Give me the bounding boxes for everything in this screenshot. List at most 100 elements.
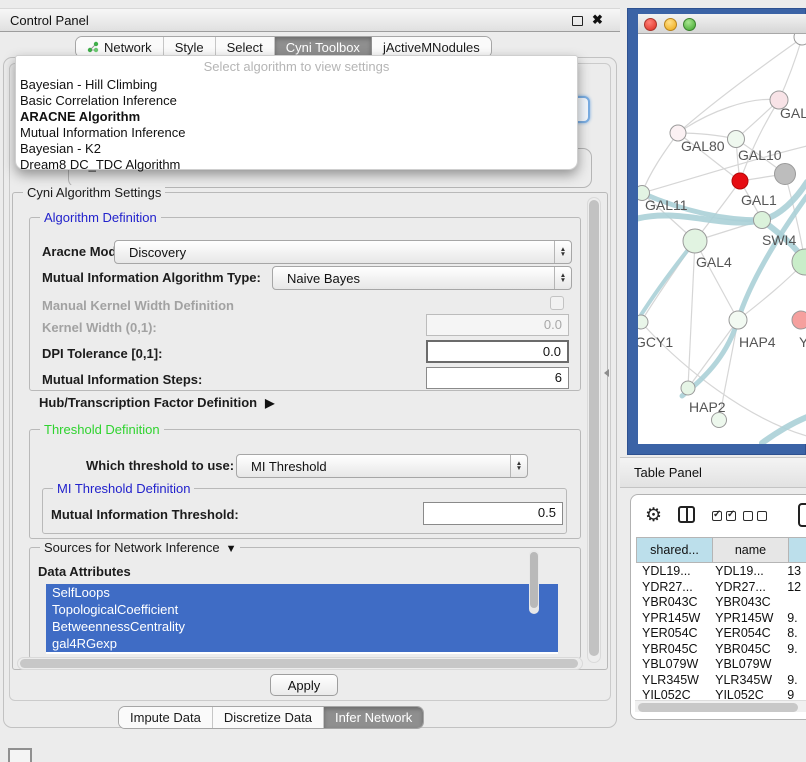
network-edge[interactable] (695, 241, 738, 320)
network-edge[interactable] (688, 241, 695, 388)
deselect-all-checkboxes-icon[interactable] (743, 511, 767, 521)
network-edge[interactable] (688, 320, 738, 388)
table-row[interactable]: YBL079WYBL079W (636, 657, 806, 673)
tab-select[interactable]: Select (216, 37, 275, 57)
tab-jactivemnodules[interactable]: jActiveMNodules (372, 37, 491, 57)
algorithm-item-dream8-dc-tdc-algorithm[interactable]: Dream8 DC_TDC Algorithm (16, 157, 577, 173)
scrollbar-thumb[interactable] (530, 552, 538, 608)
minimized-panel-icon[interactable] (8, 748, 32, 762)
column-header-name[interactable]: name (713, 538, 789, 562)
mi-algorithm-type-select[interactable]: Naive Bayes ▲▼ (272, 266, 572, 290)
algorithm-item-bayesian-k2[interactable]: Bayesian - K2 (16, 141, 577, 157)
attribute-item-gal4rgexp[interactable]: gal4RGexp (46, 635, 558, 652)
attribute-item-topologicalcoefficient[interactable]: TopologicalCoefficient (46, 601, 558, 618)
panel-resize-handle-icon[interactable] (604, 369, 609, 377)
algorithm-item-aracne-algorithm[interactable]: ARACNE Algorithm (16, 109, 577, 125)
table-cell: 9. (784, 611, 806, 627)
dpi-tolerance-field[interactable]: 0.0 (426, 340, 569, 363)
tab-network[interactable]: Network (76, 37, 164, 57)
table-cell: YLR345W (710, 673, 784, 689)
table-row[interactable]: YPR145WYPR145W9. (636, 611, 806, 627)
network-edge[interactable] (779, 38, 802, 100)
data-attributes-label: Data Attributes (38, 564, 131, 579)
network-window-frame[interactable]: GALGAL80GAL10GAL11GAL1SWI4GAL4GCY1HAP4YH… (627, 8, 806, 455)
network-node[interactable] (792, 311, 806, 329)
aracne-mode-select[interactable]: Discovery ▲▼ (114, 240, 572, 264)
column-header-shared[interactable]: shared... (637, 538, 713, 562)
select-all-checkboxes-icon[interactable] (712, 511, 736, 521)
attribute-item-betweennesscentrality[interactable]: BetweennessCentrality (46, 618, 558, 635)
data-attributes-list[interactable]: SelfLoopsTopologicalCoefficientBetweenne… (46, 584, 558, 654)
mi-steps-field[interactable]: 6 (426, 367, 569, 389)
table-row[interactable]: YLR345WYLR345W9. (636, 673, 806, 689)
apply-button[interactable]: Apply (270, 674, 338, 696)
collapse-down-icon[interactable]: ▼ (226, 543, 237, 555)
network-node[interactable] (638, 315, 648, 329)
attribute-item-selfloops[interactable]: SelfLoops (46, 584, 558, 601)
settings-gear-icon[interactable]: ⚙ (645, 504, 662, 527)
tab-infer-network[interactable]: Infer Network (324, 707, 423, 728)
node-table-card: ⚙ shared...nameA YDL19...YDL19...13YDR27… (630, 494, 806, 720)
table-horizontal-scrollbar[interactable] (635, 700, 806, 712)
tab-label: Style (175, 40, 204, 55)
network-node[interactable] (681, 381, 695, 395)
table-row[interactable]: YDL19...YDL19...13 (636, 564, 806, 580)
network-node[interactable] (792, 249, 806, 275)
cyni-algorithm-settings-group: Cyni Algorithm Settings Algorithm Defini… (12, 192, 608, 670)
scrollbar-thumb[interactable] (589, 200, 599, 656)
algorithm-dropdown-list: Select algorithm to view settings Bayesi… (15, 55, 578, 170)
algorithm-dropdown-placeholder: Select algorithm to view settings (16, 56, 577, 77)
table-cell: 9. (784, 673, 806, 689)
network-node[interactable] (683, 229, 707, 253)
table-row[interactable]: YBR043CYBR043C (636, 595, 806, 611)
network-node[interactable] (754, 212, 771, 229)
tab-impute-data[interactable]: Impute Data (119, 707, 213, 728)
network-node[interactable] (729, 311, 747, 329)
column-header-a[interactable]: A (789, 538, 806, 562)
table-row[interactable]: YDR27...YDR27...12 (636, 580, 806, 596)
network-node[interactable] (732, 173, 748, 189)
scrollbar-thumb[interactable] (638, 703, 798, 712)
table-row[interactable]: YIL052CYIL052C9 (636, 688, 806, 699)
network-node[interactable] (728, 131, 745, 148)
network-canvas[interactable]: GALGAL80GAL10GAL11GAL1SWI4GAL4GCY1HAP4YH… (638, 34, 806, 444)
cyni-bottom-tab-bar: Impute DataDiscretize DataInfer Network (118, 706, 424, 729)
scrollbar-thumb[interactable] (20, 659, 578, 668)
algorithm-item-basic-correlation-inference[interactable]: Basic Correlation Inference (16, 93, 577, 109)
tab-style[interactable]: Style (164, 37, 216, 57)
table-cell: 13 (784, 564, 806, 580)
manual-kernel-width-checkbox[interactable] (550, 296, 564, 310)
network-node[interactable] (794, 34, 806, 45)
table-row[interactable]: YBR045CYBR045C9. (636, 642, 806, 658)
network-window-titlebar[interactable] (638, 14, 806, 34)
tab-discretize-data[interactable]: Discretize Data (213, 707, 324, 728)
which-threshold-select[interactable]: MI Threshold ▲▼ (236, 454, 528, 478)
table-cell: YDR27... (710, 580, 784, 596)
table-cell: YPR145W (710, 611, 784, 627)
settings-vertical-scrollbar[interactable] (587, 197, 601, 663)
mi-threshold-field[interactable]: 0.5 (423, 502, 563, 525)
expand-right-icon[interactable]: ▶ (265, 396, 274, 410)
table-row[interactable]: YER054CYER054C8. (636, 626, 806, 642)
sources-title[interactable]: Sources for Network Inference▼ (40, 540, 240, 555)
new-document-icon[interactable] (798, 503, 806, 527)
algorithm-item-mutual-information-inference[interactable]: Mutual Information Inference (16, 125, 577, 141)
settings-horizontal-scrollbar[interactable] (17, 657, 583, 670)
minimize-window-icon[interactable] (664, 18, 677, 31)
kernel-width-field[interactable]: 0.0 (426, 314, 569, 336)
network-node[interactable] (775, 164, 796, 185)
table-cell: YDR27... (636, 580, 710, 596)
tab-label: jActiveMNodules (383, 40, 480, 55)
close-panel-icon[interactable]: ✖ (592, 12, 603, 28)
hub-transcription-factor-section[interactable]: Hub/Transcription Factor Definition▶ (39, 395, 274, 410)
table-header-row: shared...nameA (636, 537, 806, 563)
network-edge[interactable] (740, 100, 779, 181)
which-threshold-label: Which threshold to use: (86, 458, 234, 473)
tab-cyni-toolbox[interactable]: Cyni Toolbox (275, 37, 372, 57)
attributes-list-scrollbar[interactable] (529, 550, 539, 614)
close-window-icon[interactable] (644, 18, 657, 31)
zoom-window-icon[interactable] (683, 18, 696, 31)
algorithm-item-bayesian-hill-climbing[interactable]: Bayesian - Hill Climbing (16, 77, 577, 93)
split-columns-icon[interactable] (678, 506, 695, 523)
float-window-icon[interactable] (572, 16, 583, 26)
